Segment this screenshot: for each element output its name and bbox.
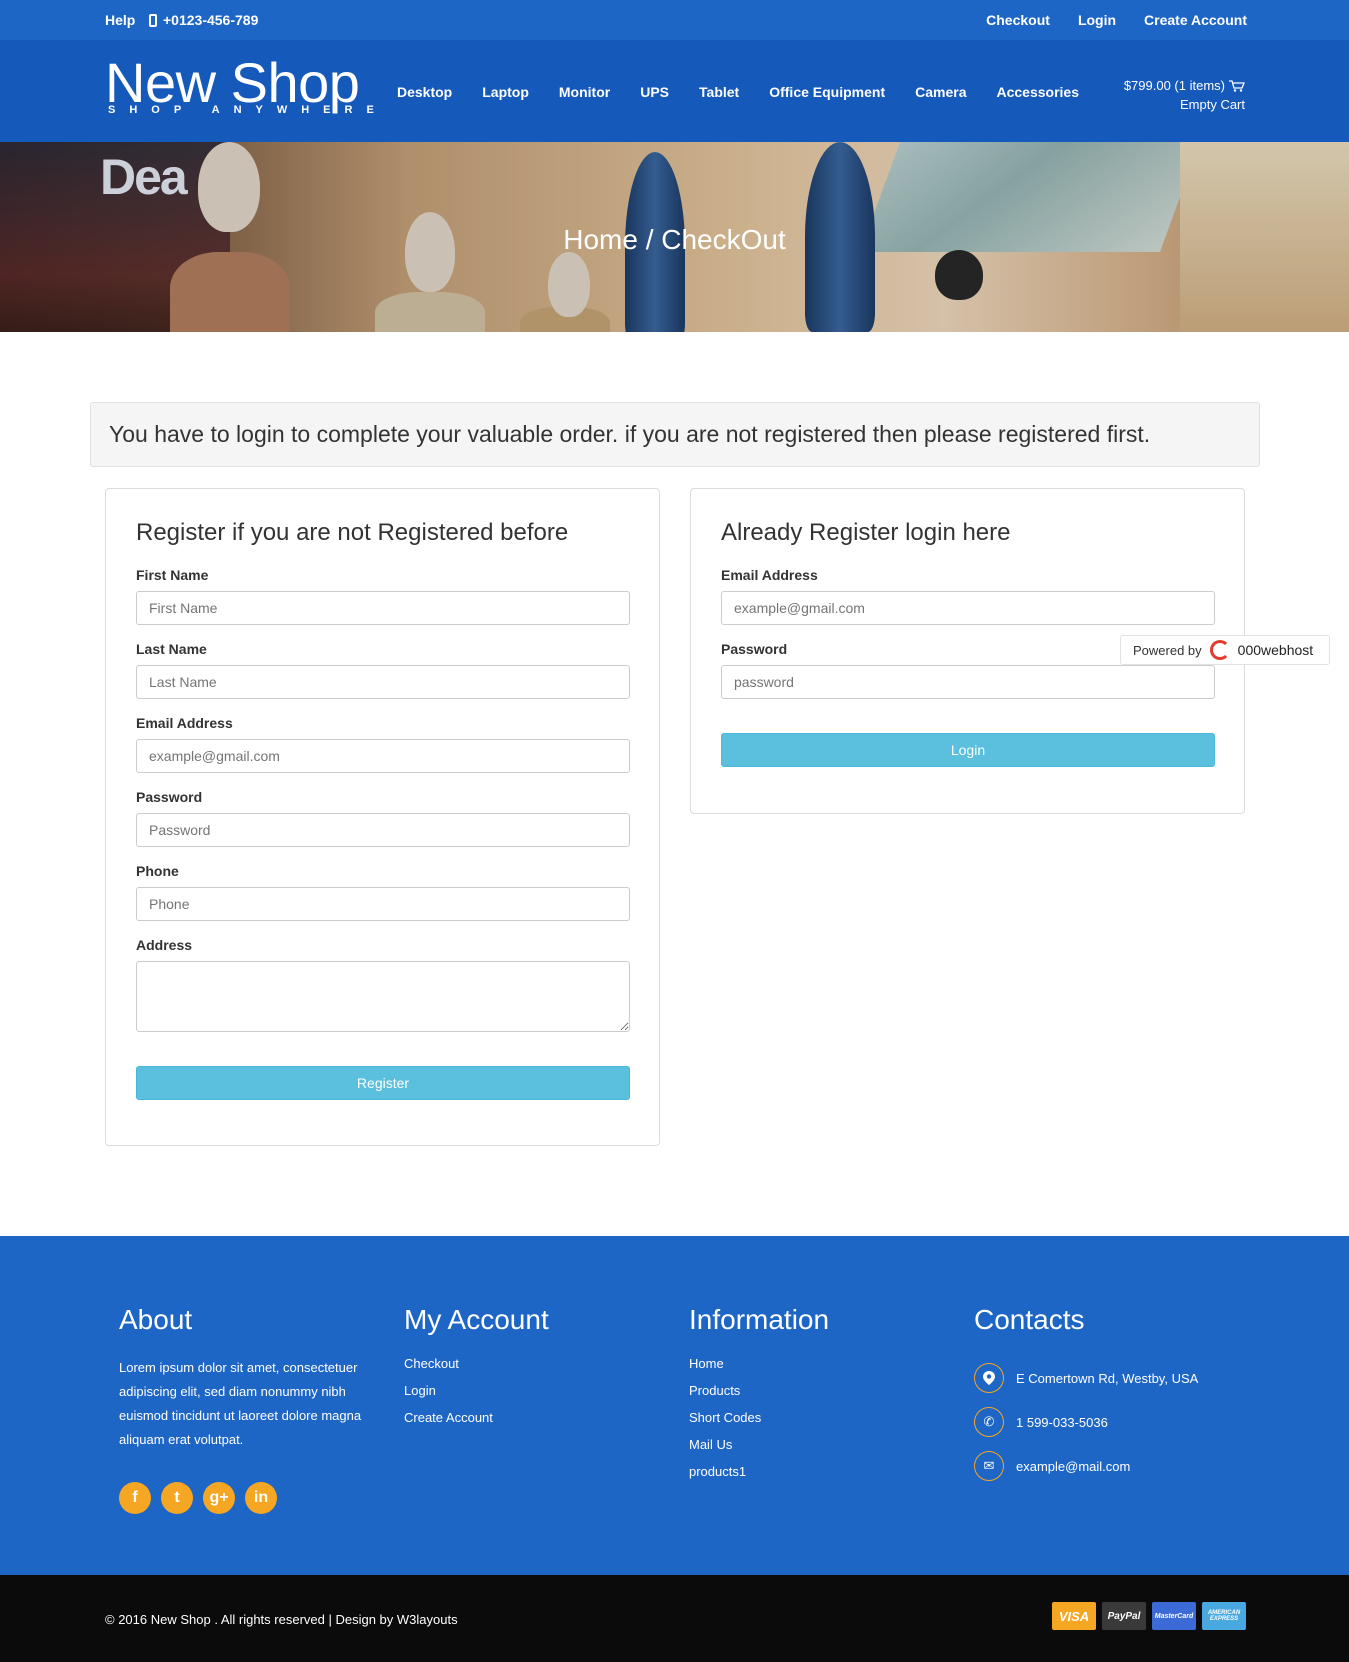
footer-information: Information Home Products Short Codes Ma… [689,1304,829,1491]
contact-email: ✉ example@mail.com [974,1444,1198,1488]
phone-label: Phone [136,863,179,879]
footer-about-text: Lorem ipsum dolor sit amet, consectetuer… [119,1360,362,1447]
webhost-logo-icon [1209,640,1230,660]
address-label: Address [136,937,193,953]
phone-text: +0123-456-789 [163,12,259,28]
facebook-icon[interactable]: f [119,1482,151,1514]
first-name-input[interactable] [136,591,630,625]
footer-short-codes-link[interactable]: Short Codes [689,1410,829,1437]
footer-about-title: About [119,1304,193,1335]
footer-products-link[interactable]: Products [689,1383,829,1410]
paypal-card-icon: PayPal [1102,1602,1146,1630]
register-password-input[interactable] [136,813,630,847]
cart-total-line: $799.00 (1 items) [1124,76,1245,95]
login-password-input[interactable] [721,665,1215,699]
powered-by-text: Powered by [1133,642,1202,658]
login-email-label: Email Address [721,567,818,583]
envelope-icon: ✉ [974,1451,1004,1481]
help-link[interactable]: Help [105,12,135,28]
footer-contacts-title: Contacts [974,1304,1085,1335]
bottom-bar: © 2016 New Shop . All rights reserved | … [0,1575,1349,1662]
visa-card-icon: VISA [1052,1602,1096,1630]
phone-icon: ✆ [974,1407,1004,1437]
footer-mail-us-link[interactable]: Mail Us [689,1437,829,1464]
nav-laptop[interactable]: Laptop [482,84,529,100]
logo[interactable]: New Shop SHOP ANYWHERE [105,54,388,117]
phone-input[interactable] [136,887,630,921]
main-header: New Shop SHOP ANYWHERE Desktop Laptop Mo… [0,40,1349,142]
payment-cards: VISA PayPal MasterCard AMERICAN EXPRESS [1052,1602,1246,1630]
notice-text: You have to login to complete your valua… [109,421,1151,447]
footer-create-account-link[interactable]: Create Account [404,1410,549,1437]
first-name-label: First Name [136,567,209,583]
top-bar: Help +0123-456-789 Checkout Login Create… [0,0,1349,40]
nav-accessories[interactable]: Accessories [997,84,1080,100]
nav-ups[interactable]: UPS [640,84,669,100]
copyright: © 2016 New Shop . All rights reserved | … [105,1612,458,1627]
contact-phone-text: 1 599-033-5036 [1016,1414,1108,1430]
login-link[interactable]: Login [1078,12,1116,28]
last-name-label: Last Name [136,641,207,657]
footer-products1-link[interactable]: products1 [689,1464,829,1491]
powered-by-brand: 000webhost [1237,642,1314,658]
footer-contacts: Contacts E Comertown Rd, Westby, USA ✆ 1… [974,1304,1198,1488]
nav-tablet[interactable]: Tablet [699,84,739,100]
footer-account-title: My Account [404,1304,549,1335]
contact-address: E Comertown Rd, Westby, USA [974,1356,1198,1400]
footer-login-link[interactable]: Login [404,1383,549,1410]
mobile-phone-icon [149,13,157,27]
cart-icon [1229,79,1245,92]
register-password-label: Password [136,789,203,805]
footer: About Lorem ipsum dolor sit amet, consec… [0,1236,1349,1575]
logo-tagline: SHOP ANYWHERE [108,104,388,116]
phone-number: +0123-456-789 [149,12,258,28]
footer-home-link[interactable]: Home [689,1356,829,1383]
register-title: Register if you are not Registered befor… [136,519,569,546]
register-email-input[interactable] [136,739,630,773]
twitter-icon[interactable]: t [161,1482,193,1514]
login-title: Already Register login here [721,519,1011,546]
nav-camera[interactable]: Camera [915,84,966,100]
empty-cart-link[interactable]: Empty Cart [1124,95,1245,114]
nav-monitor[interactable]: Monitor [559,84,610,100]
nav-office-equipment[interactable]: Office Equipment [769,84,885,100]
social-links: f t g+ in [119,1482,374,1514]
mastercard-icon: MasterCard [1152,1602,1196,1630]
footer-about: About Lorem ipsum dolor sit amet, consec… [119,1304,374,1514]
last-name-input[interactable] [136,665,630,699]
cart-summary[interactable]: $799.00 (1 items) Empty Cart [1124,76,1245,114]
address-textarea[interactable] [136,961,630,1032]
powered-by-badge[interactable]: Powered by 000webhost [1120,635,1330,665]
create-account-link[interactable]: Create Account [1144,12,1247,28]
main-nav: Desktop Laptop Monitor UPS Tablet Office… [397,84,1079,100]
register-panel: Register if you are not Registered befor… [105,488,660,1146]
footer-info-title: Information [689,1304,830,1335]
checkout-link[interactable]: Checkout [986,12,1050,28]
footer-checkout-link[interactable]: Checkout [404,1356,549,1383]
login-password-label: Password [721,641,788,657]
register-email-label: Email Address [136,715,233,731]
contact-email-text[interactable]: example@mail.com [1016,1459,1130,1474]
footer-my-account: My Account Checkout Login Create Account [404,1304,549,1437]
contact-phone: ✆ 1 599-033-5036 [974,1400,1198,1444]
breadcrumb: Home / CheckOut [563,224,786,255]
google-plus-icon[interactable]: g+ [203,1482,235,1514]
cart-total: $799.00 (1 items) [1123,78,1225,93]
register-button[interactable]: Register [136,1066,630,1100]
login-email-input[interactable] [721,591,1215,625]
login-required-notice: You have to login to complete your valua… [90,402,1260,467]
login-button[interactable]: Login [721,733,1215,767]
nav-desktop[interactable]: Desktop [397,84,452,100]
contact-address-text: E Comertown Rd, Westby, USA [1016,1370,1199,1386]
linkedin-icon[interactable]: in [245,1482,277,1514]
map-pin-icon [974,1363,1004,1393]
amex-card-icon: AMERICAN EXPRESS [1202,1602,1246,1630]
page-banner: Dea Home / CheckOut [0,142,1349,332]
top-links: Checkout Login Create Account [986,12,1247,28]
